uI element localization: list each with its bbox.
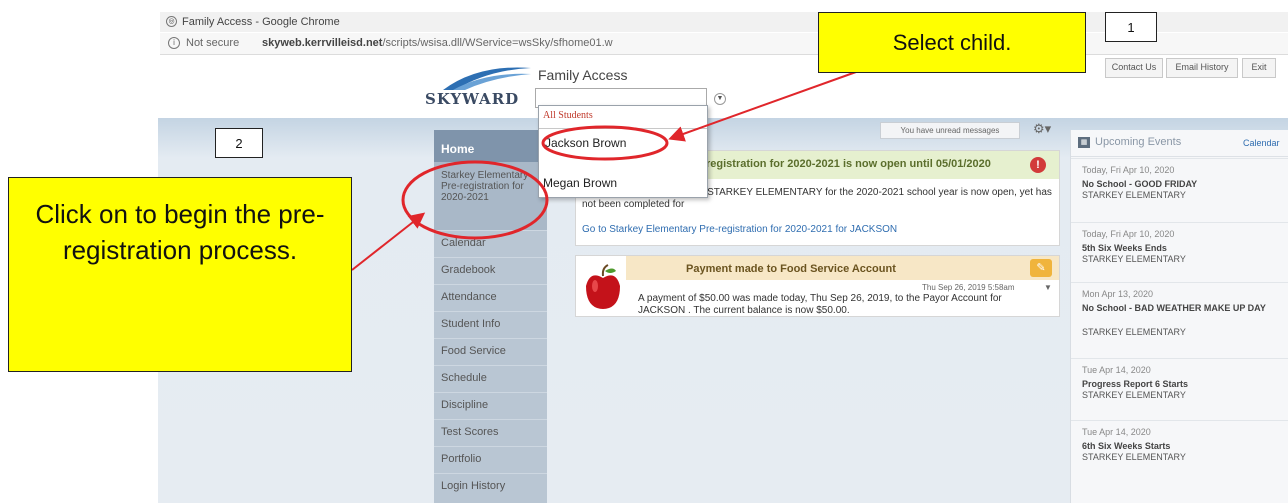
event-item[interactable]: Mon Apr 13, 2020 No School - BAD WEATHER… xyxy=(1071,282,1288,359)
callout-begin-preregistration: Click on to begin the pre-registration p… xyxy=(8,177,352,372)
divider xyxy=(539,128,707,129)
gear-icon[interactable]: ⚙▾ xyxy=(1033,121,1051,137)
calendar-icon: ▦ xyxy=(1078,137,1090,148)
event-title: Progress Report 6 Starts xyxy=(1082,379,1189,389)
event-date: Tue Apr 14, 2020 xyxy=(1082,365,1151,375)
event-item[interactable]: Today, Fri Apr 10, 2020 No School - GOOD… xyxy=(1071,158,1288,223)
contact-us-button[interactable]: Contact Us xyxy=(1105,58,1163,78)
url-text[interactable]: skyweb.kerrvilleisd.net/scripts/wsisa.dl… xyxy=(262,37,613,49)
window-title: Family Access - Google Chrome xyxy=(182,16,340,28)
student-dropdown-menu: All Students Jackson Brown Megan Brown xyxy=(538,105,708,198)
event-date: Tue Apr 14, 2020 xyxy=(1082,427,1151,437)
event-item[interactable]: Today, Fri Apr 10, 2020 5th Six Weeks En… xyxy=(1071,222,1288,283)
security-label: Not secure xyxy=(186,37,240,49)
nav-item-discipline[interactable]: Discipline xyxy=(434,392,547,419)
events-header: ▦ Upcoming Events Calendar xyxy=(1071,130,1288,157)
chevron-down-icon[interactable]: ▼ xyxy=(714,93,726,105)
card-body: A payment of $50.00 was made today, Thu … xyxy=(638,293,1002,316)
logo-swoosh-icon xyxy=(443,67,531,90)
nav-item-schedule[interactable]: Schedule xyxy=(434,365,547,392)
exit-button[interactable]: Exit xyxy=(1242,58,1276,78)
step-number-1: 1 xyxy=(1105,12,1157,42)
chrome-tab-icon: ◎ xyxy=(166,16,177,27)
food-service-card: Payment made to Food Service Account ✎ T… xyxy=(575,255,1060,317)
info-icon[interactable]: i xyxy=(168,37,180,49)
chevron-down-icon[interactable]: ▼ xyxy=(1044,283,1052,292)
nav-item-test-scores[interactable]: Test Scores xyxy=(434,419,547,446)
nav-item-gradebook[interactable]: Gradebook xyxy=(434,257,547,284)
step-number-2: 2 xyxy=(215,128,263,158)
nav-item-preregistration[interactable]: Starkey Elementary Pre-registration for … xyxy=(434,162,547,230)
event-item[interactable]: Tue Apr 14, 2020 Progress Report 6 Start… xyxy=(1071,358,1288,421)
upcoming-events-panel: ▦ Upcoming Events Calendar Today, Fri Ap… xyxy=(1070,130,1288,503)
side-nav: Home Starkey Elementary Pre-registration… xyxy=(434,130,547,503)
chat-icon[interactable]: ✎ xyxy=(1030,259,1052,277)
nav-item-login-history[interactable]: Login History xyxy=(434,473,547,500)
nav-item-food-service[interactable]: Food Service xyxy=(434,338,547,365)
event-school: STARKEY ELEMENTARY xyxy=(1082,327,1186,337)
card-title: Payment made to Food Service Account xyxy=(686,263,896,275)
event-school: STARKEY ELEMENTARY xyxy=(1082,254,1186,264)
nav-item-home[interactable]: Home xyxy=(434,130,547,162)
dropdown-option-jackson[interactable]: Jackson Brown xyxy=(545,136,626,150)
url-host: skyweb.kerrvilleisd.net xyxy=(262,37,383,49)
event-title: No School - GOOD FRIDAY xyxy=(1082,179,1198,189)
dropdown-option-all-students[interactable]: All Students xyxy=(543,110,593,121)
events-title: Upcoming Events xyxy=(1095,136,1182,148)
skyward-logo: SKYWARD xyxy=(425,62,537,108)
nav-item-student-info[interactable]: Student Info xyxy=(434,311,547,338)
alert-icon: ! xyxy=(1030,157,1046,173)
card-date: Thu Sep 26, 2019 5:58am xyxy=(922,283,1015,292)
callout-select-child: Select child. xyxy=(818,12,1086,73)
event-title: No School - BAD WEATHER MAKE UP DAY xyxy=(1082,303,1266,313)
event-date: Mon Apr 13, 2020 xyxy=(1082,289,1154,299)
url-path: /scripts/wsisa.dll/WService=wsSky/sfhome… xyxy=(382,37,613,49)
unread-messages-button[interactable]: You have unread messages xyxy=(880,122,1020,139)
event-date: Today, Fri Apr 10, 2020 xyxy=(1082,165,1175,175)
calendar-link[interactable]: Calendar xyxy=(1243,138,1280,148)
event-title: 5th Six Weeks Ends xyxy=(1082,243,1167,253)
event-title: 6th Six Weeks Starts xyxy=(1082,441,1171,451)
preregistration-link[interactable]: Go to Starkey Elementary Pre-registratio… xyxy=(582,224,897,235)
event-school: STARKEY ELEMENTARY xyxy=(1082,190,1186,200)
event-date: Today, Fri Apr 10, 2020 xyxy=(1082,229,1175,239)
dropdown-option-megan[interactable]: Megan Brown xyxy=(543,176,617,190)
app-title: Family Access xyxy=(538,67,628,83)
card-title: registration for 2020-2021 is now open u… xyxy=(706,158,991,170)
nav-item-portfolio[interactable]: Portfolio xyxy=(434,446,547,473)
apple-icon xyxy=(586,264,620,309)
event-item[interactable]: Tue Apr 14, 2020 6th Six Weeks Starts ST… xyxy=(1071,420,1288,483)
nav-item-calendar[interactable]: Calendar xyxy=(434,230,547,257)
event-school: STARKEY ELEMENTARY xyxy=(1082,452,1186,462)
event-school: STARKEY ELEMENTARY xyxy=(1082,390,1186,400)
email-history-button[interactable]: Email History xyxy=(1166,58,1238,78)
logo-text: SKYWARD xyxy=(425,90,520,108)
nav-item-attendance[interactable]: Attendance xyxy=(434,284,547,311)
